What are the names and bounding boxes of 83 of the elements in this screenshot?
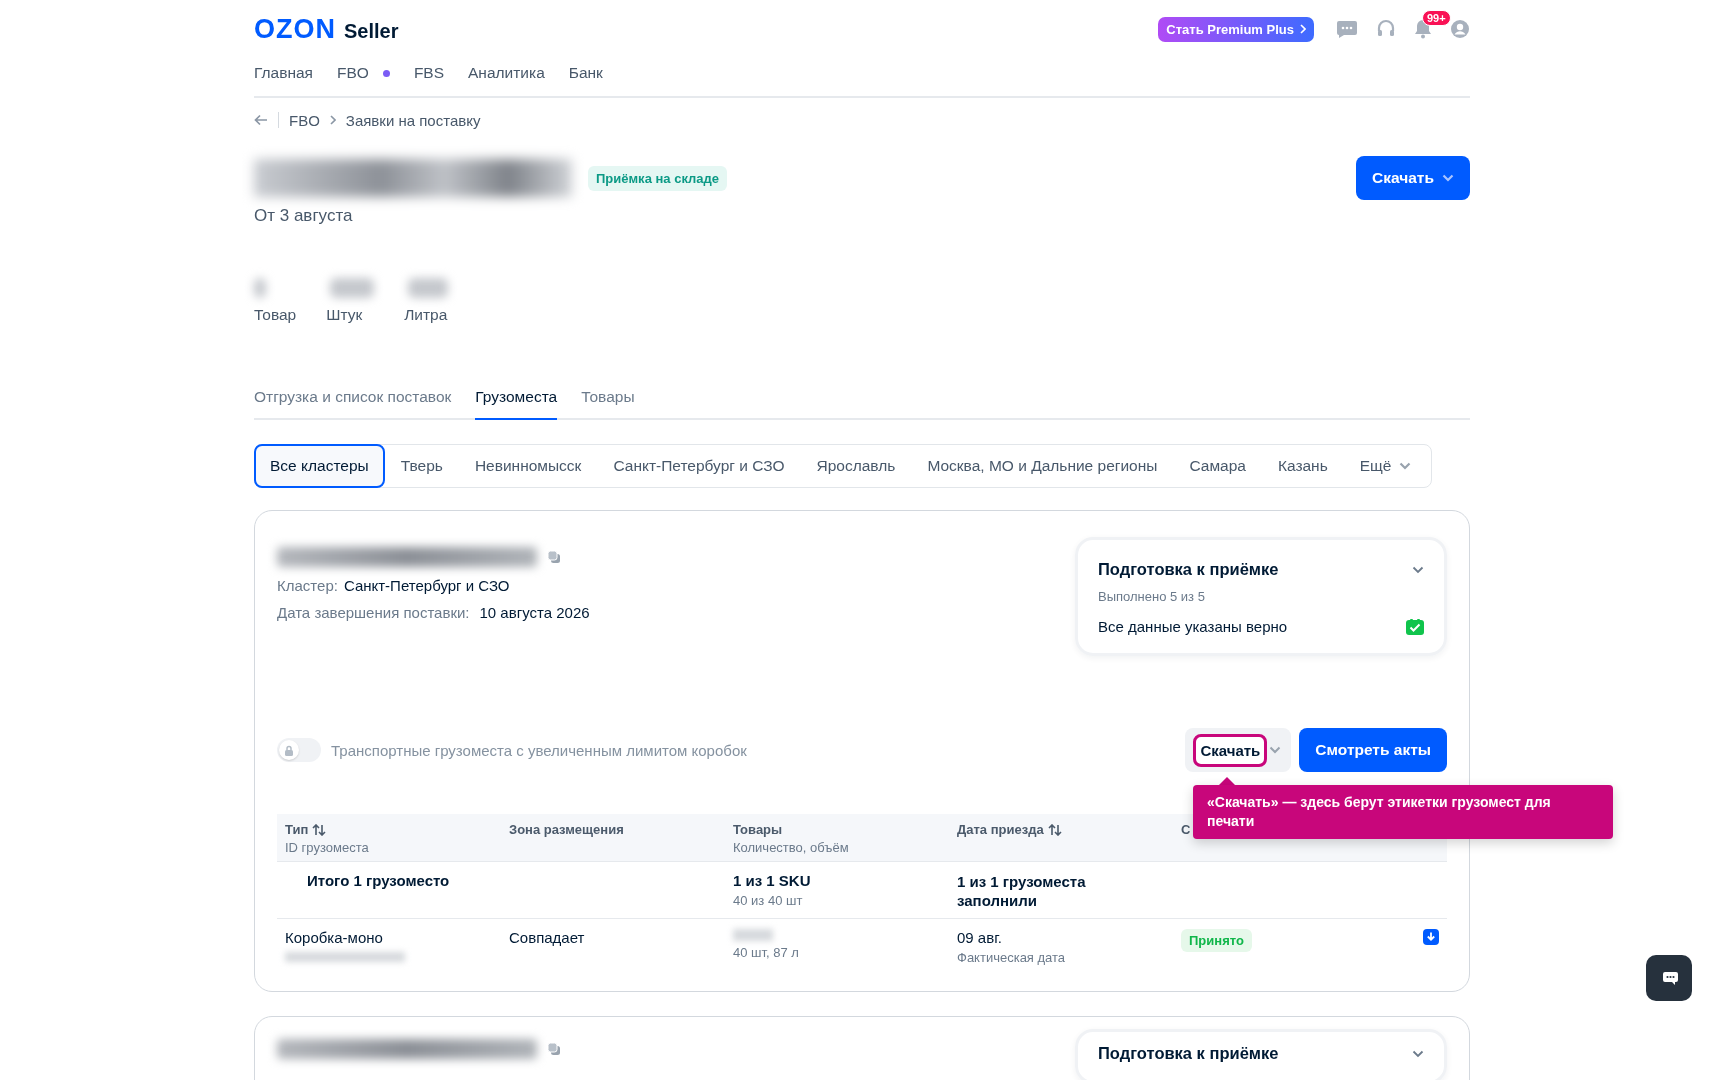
- date-label: Дата завершения поставки:: [277, 604, 470, 621]
- stat-label: Штук: [326, 306, 363, 324]
- table-cell: Совпадает: [509, 929, 585, 946]
- chevron-down-icon[interactable]: [1412, 565, 1424, 574]
- caret-icon: [1442, 174, 1454, 182]
- toggle-label: Транспортные грузоместа с увеличенным лимитом коробок: [331, 741, 747, 759]
- tooltip: «Скачать» — здесь берут этикетки грузомест для печати: [1193, 785, 1613, 839]
- column-header: С: [1181, 822, 1191, 837]
- breadcrumb-link[interactable]: Заявки на поставку: [345, 111, 481, 129]
- download-button[interactable]: Скачать: [1356, 156, 1470, 200]
- column-header: Зона размещения: [509, 822, 624, 837]
- nav-dot: [382, 69, 390, 77]
- breadcrumb-link[interactable]: FBO: [289, 111, 320, 129]
- caret-icon: [1399, 462, 1412, 470]
- checklist-title: Подготовка к приёмке: [1098, 1044, 1279, 1063]
- logo-subtitle: Seller: [344, 19, 399, 43]
- redacted-value: [733, 929, 773, 941]
- caret-icon[interactable]: [1269, 746, 1282, 754]
- cluster-value: Санкт-Петербург и СЗО: [343, 577, 510, 594]
- chevron-right-icon: [1300, 24, 1306, 34]
- nav-link[interactable]: Главная: [254, 64, 313, 82]
- cluster-chip[interactable]: Санкт-Петербург и СЗО: [597, 444, 801, 488]
- summary-value: 1 из 1 грузоместа заполнили: [957, 872, 1087, 910]
- summary-label: Итого 1 грузоместо: [307, 872, 450, 889]
- download-dropdown[interactable]: Скачать: [1185, 728, 1292, 772]
- summary-value: 1 из 1 SKU: [733, 872, 811, 889]
- supply-date: От 3 августа: [254, 206, 354, 226]
- cluster-chip[interactable]: Невинномысск: [458, 444, 598, 488]
- redacted-value: [254, 278, 266, 298]
- checklist-title: Подготовка к приёмке: [1098, 560, 1279, 579]
- summary-subvalue: 40 из 40 шт: [733, 893, 804, 908]
- lock-icon: [284, 744, 294, 756]
- cluster-chip[interactable]: Тверь: [384, 444, 459, 488]
- nav-link[interactable]: FBO: [337, 64, 369, 82]
- chevron-right-icon: [329, 115, 336, 125]
- cluster-chip[interactable]: Самара: [1173, 444, 1262, 488]
- table-cell: Коробка-моно: [285, 929, 383, 946]
- chevron-down-icon[interactable]: [1412, 1049, 1424, 1058]
- redacted-value: [408, 278, 449, 298]
- cluster-chip[interactable]: Все кластеры: [254, 444, 385, 488]
- redacted-value: [330, 278, 375, 298]
- date-value: 10 августа 2026: [479, 604, 590, 621]
- cluster-chip[interactable]: Москва, МО и Дальние регионы: [911, 444, 1174, 488]
- stat-label: Товар: [254, 306, 297, 324]
- column-header: Тип: [285, 822, 309, 837]
- sort-icon[interactable]: [1047, 823, 1062, 836]
- cluster-chip[interactable]: Ярославль: [800, 444, 912, 488]
- stat-label: Литра: [404, 306, 448, 324]
- status-badge: Приёмка на складе: [588, 165, 728, 191]
- table-cell: 09 авг.: [957, 929, 1002, 946]
- toggle-switch[interactable]: [277, 738, 321, 762]
- view-acts-button[interactable]: Смотреть акты: [1299, 728, 1447, 772]
- support-chat-button[interactable]: [1646, 955, 1692, 1001]
- download-icon[interactable]: [1423, 929, 1439, 945]
- nav-link[interactable]: Банк: [568, 64, 603, 82]
- column-subheader: ID грузоместа: [285, 840, 370, 855]
- table-cell-text: 40 шт, 87 л: [733, 945, 800, 960]
- column-header: Товары: [733, 822, 783, 837]
- status-badge: Принято: [1181, 929, 1252, 952]
- headset-icon[interactable]: [1376, 19, 1396, 39]
- sort-icon[interactable]: [312, 823, 327, 836]
- copy-icon[interactable]: [547, 1042, 561, 1056]
- download-button[interactable]: Скачать: [1193, 733, 1268, 767]
- column-subheader: Количество, объём: [733, 840, 850, 855]
- back-arrow-icon[interactable]: [254, 114, 268, 126]
- column-header: Дата приезда: [957, 822, 1044, 837]
- cluster-chip[interactable]: Казань: [1261, 444, 1344, 488]
- tab[interactable]: Товары: [581, 382, 635, 420]
- chat-icon[interactable]: [1336, 19, 1358, 39]
- more-dropdown[interactable]: Ещё: [1343, 456, 1418, 476]
- nav-link[interactable]: FBS: [413, 64, 445, 82]
- user-icon[interactable]: [1450, 19, 1470, 39]
- tab[interactable]: Отгрузка и список поставок: [254, 382, 452, 420]
- completed-count: Выполнено 5 из 5: [1098, 589, 1206, 604]
- cluster-label: Кластер:: [277, 577, 338, 594]
- logo[interactable]: OZON: [254, 13, 336, 45]
- table-cell-text: Фактическая дата: [957, 950, 1067, 965]
- notification-badge: 99+: [1422, 10, 1451, 26]
- tab[interactable]: Грузоместа: [475, 382, 558, 420]
- copy-icon[interactable]: [547, 550, 561, 564]
- premium-button[interactable]: Стать Premium Plus: [1158, 16, 1314, 42]
- checklist-item: Все данные указаны верно: [1098, 618, 1288, 635]
- nav-link[interactable]: Аналитика: [468, 64, 545, 82]
